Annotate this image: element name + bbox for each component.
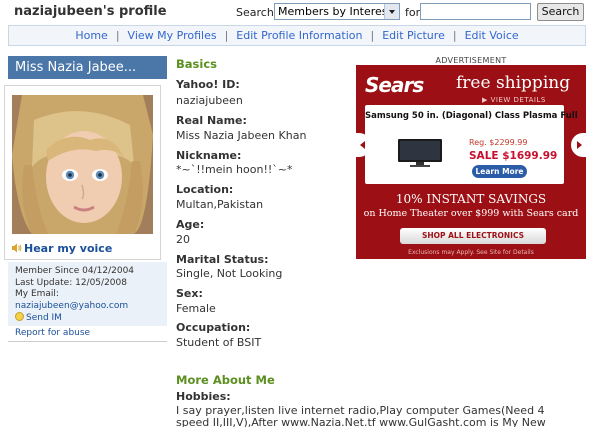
member-since: Member Since 04/12/2004 xyxy=(15,266,135,276)
hobbies-label: Hobbies: xyxy=(176,390,231,403)
field-label-yahoo-id: Yahoo! ID: xyxy=(176,78,240,91)
for-label: for xyxy=(405,6,421,19)
field-label-real-name: Real Name: xyxy=(176,114,247,127)
learn-more-button[interactable]: Learn More xyxy=(472,165,527,178)
nav-separator: | xyxy=(452,29,457,42)
field-value-occupation: Student of BSIT xyxy=(176,336,262,349)
page-title: naziajubeen's profile xyxy=(14,4,167,19)
ad-product-card[interactable]: Samsung 50 in. (Diagonal) Class Plasma F… xyxy=(365,105,578,184)
ad-savings: 10% INSTANT SAVINGS xyxy=(395,192,547,206)
nav-separator: | xyxy=(115,29,120,42)
report-abuse-link[interactable]: Report for abuse xyxy=(15,328,90,338)
profile-header: naziajubeen's profile Search: Members by… xyxy=(0,0,594,24)
ad-next-arrow[interactable] xyxy=(571,133,586,157)
ad-headline: free shipping xyxy=(456,73,571,93)
field-label-age: Age: xyxy=(176,218,205,231)
ad-exclusions-note: Exclusions may Apply. See Site for Detai… xyxy=(408,249,534,256)
field-label-location: Location: xyxy=(176,183,234,196)
nav-view-my-profiles[interactable]: View My Profiles xyxy=(128,29,217,42)
field-value-yahoo-id: naziajubeen xyxy=(176,94,243,107)
nav-edit-voice[interactable]: Edit Voice xyxy=(465,29,519,42)
field-value-age: 20 xyxy=(176,233,190,246)
nav-edit-picture[interactable]: Edit Picture xyxy=(382,29,445,42)
more-about-me-heading: More About Me xyxy=(176,373,275,387)
view-details-link[interactable]: ▶ VIEW DETAILS xyxy=(482,96,546,104)
field-label-sex: Sex: xyxy=(176,287,203,300)
field-label-occupation: Occupation: xyxy=(176,321,251,334)
email-label: My Email: xyxy=(15,289,59,299)
basics-heading: Basics xyxy=(176,57,217,71)
last-update: Last Update: 12/05/2008 xyxy=(15,277,127,288)
field-value-nickname: *~`!!mein hoon!!`~* xyxy=(176,163,293,176)
sears-logo: Sears xyxy=(365,73,424,97)
ad-regular-price: Reg. $2299.99 xyxy=(469,138,528,147)
chevron-down-icon[interactable] xyxy=(384,4,399,19)
field-value-location: Multan,Pakistan xyxy=(176,198,264,211)
sidebar-divider xyxy=(8,341,167,342)
shop-all-electronics-button[interactable]: SHOP ALL ELECTRONICS xyxy=(400,228,546,244)
display-name-banner: Miss Nazia Jabee... xyxy=(8,56,167,79)
field-label-nickname: Nickname: xyxy=(176,149,242,162)
search-button[interactable]: Search xyxy=(537,3,584,21)
advertisement-label: ADVERTISEMENT xyxy=(435,56,507,65)
smiley-icon xyxy=(15,312,24,321)
field-value-marital-status: Single, Not Looking xyxy=(176,267,283,280)
field-label-marital-status: Marital Status: xyxy=(176,253,269,266)
speaker-icon xyxy=(12,243,22,253)
ad-sale-price: SALE $1699.99 xyxy=(469,150,558,162)
hear-my-voice-label: Hear my voice xyxy=(24,242,113,255)
hobbies-text: I say prayer,listen live internet radio,… xyxy=(176,404,546,427)
nav-separator: | xyxy=(224,29,229,42)
search-category-value: Members by Interest xyxy=(278,5,392,18)
nav-edit-profile-information[interactable]: Edit Profile Information xyxy=(236,29,362,42)
nav-separator: | xyxy=(370,29,375,42)
member-info-box: Member Since 04/12/2004 Last Update: 12/… xyxy=(8,262,167,326)
plasma-tv-icon xyxy=(398,139,442,167)
ad-savings-detail: on Home Theater over $999 with Sears car… xyxy=(363,208,579,219)
field-value-sex: Female xyxy=(176,302,216,315)
profile-photo-frame: Hear my voice xyxy=(4,85,161,260)
send-im-link[interactable]: Send IM xyxy=(26,313,62,323)
field-value-real-name: Miss Nazia Jabeen Khan xyxy=(176,129,307,142)
ad-product-title: Samsung 50 in. (Diagonal) Class Plasma F… xyxy=(365,111,578,121)
search-label: Search: xyxy=(236,6,278,19)
email-link[interactable]: naziajubeen@yahoo.com xyxy=(15,301,128,311)
profile-photo[interactable] xyxy=(12,95,153,234)
search-input[interactable] xyxy=(420,3,531,20)
profile-nav: Home | View My Profiles | Edit Profile Infor… xyxy=(8,25,586,46)
hear-my-voice-link[interactable]: Hear my voice xyxy=(11,242,112,255)
search-category-select[interactable]: Members by Interest xyxy=(274,3,400,20)
sears-ad-banner[interactable]: Sears free shipping ▶ VIEW DETAILS Samsu… xyxy=(356,65,586,259)
nav-home[interactable]: Home xyxy=(75,29,107,42)
